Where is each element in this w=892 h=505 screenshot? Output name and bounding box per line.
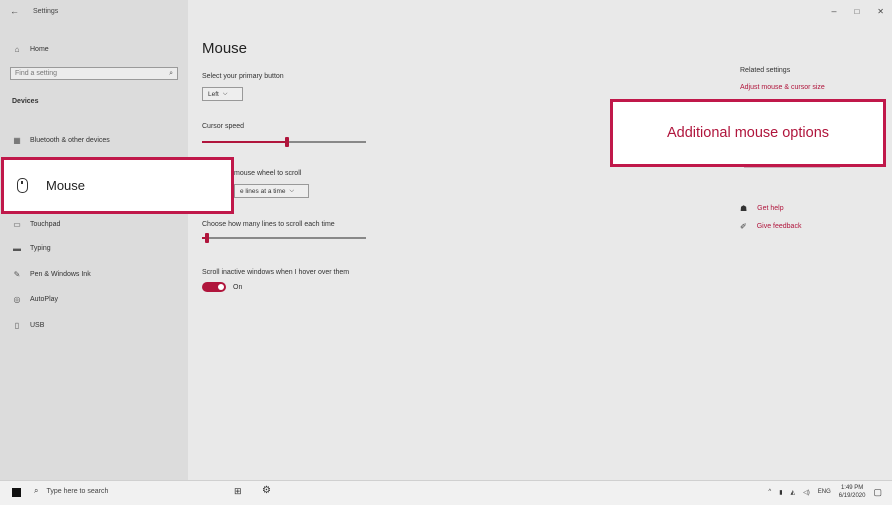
clock[interactable]: 1:49 PM 6/19/2020 [839, 484, 866, 500]
sidebar-item-pen[interactable]: ✎ Pen & Windows Ink [12, 267, 91, 281]
system-tray: ^ ▮ ◭ ◁) ENG 1:49 PM 6/19/2020 ▢ [768, 484, 882, 500]
window-controls: – □ ✕ [831, 0, 884, 22]
maximize-icon[interactable]: □ [854, 7, 859, 16]
search-input[interactable]: Find a setting [15, 70, 57, 77]
back-arrow-icon[interactable]: ← [10, 6, 19, 16]
chevron-down-icon: ⌵ [289, 187, 295, 194]
search-icon: ⌕ [34, 486, 39, 495]
sidebar-item-typing[interactable]: ▬ Typing [12, 241, 51, 255]
windows-start-icon[interactable] [12, 488, 21, 497]
minimize-icon[interactable]: – [831, 6, 836, 16]
search-icon[interactable]: ⌕ [169, 70, 173, 78]
help-icon: ☗ [740, 204, 748, 213]
close-icon[interactable]: ✕ [877, 7, 884, 16]
toggle-knob [218, 284, 224, 290]
window-title: Settings [33, 7, 59, 15]
lines-label: Choose how many lines to scroll each tim… [202, 221, 335, 228]
toggle-state: On [233, 283, 243, 291]
settings-gear-icon[interactable]: ⚙ [262, 485, 271, 496]
clock-date: 6/19/2020 [838, 493, 866, 499]
sidebar-item-bluetooth[interactable]: ▦ Bluetooth & other devices [12, 133, 110, 147]
section-heading: Devices [12, 98, 39, 105]
home-icon: ⌂ [14, 44, 20, 54]
main-content: – □ ✕ Mouse Select your primary button L… [188, 0, 892, 480]
notification-icon[interactable]: ▢ [873, 487, 882, 498]
sidebar-item-touchpad[interactable]: ▭ Touchpad [12, 217, 60, 231]
get-help-row[interactable]: ☗ Get help [740, 204, 784, 213]
mouse-callout-label: Mouse [46, 178, 86, 193]
sidebar: ← Settings ⌂ Home Find a setting ⌕ Devic… [0, 0, 188, 480]
touchpad-icon: ▭ [13, 219, 21, 229]
sidebar-item-autoplay[interactable]: ◎ AutoPlay [12, 292, 59, 306]
inactive-scroll-toggle-row: On [202, 282, 242, 292]
related-settings-heading: Related settings [740, 67, 791, 74]
taskbar: ⌕ Type here to search ⊞ ⚙ ^ ▮ ◭ ◁) ENG 1… [0, 480, 892, 505]
give-feedback-row[interactable]: ✐ Give feedback [740, 222, 801, 231]
lines-thumb[interactable] [204, 233, 209, 243]
feedback-icon: ✐ [740, 222, 747, 231]
toggle-switch[interactable] [202, 282, 226, 292]
additional-mouse-options-callout[interactable]: Additional mouse options [610, 99, 886, 167]
autoplay-icon: ◎ [13, 294, 21, 304]
inactive-scroll-label: Scroll inactive windows when I hover ove… [202, 269, 350, 276]
wheel-scroll-label: mouse wheel to scroll [234, 170, 302, 177]
sidebar-search-box[interactable]: Find a setting ⌕ [10, 67, 178, 80]
mouse-callout[interactable]: Mouse [1, 157, 234, 214]
settings-window: ← Settings ⌂ Home Find a setting ⌕ Devic… [0, 0, 892, 480]
wheel-scroll-select[interactable]: e lines at a time ⌵ [234, 184, 309, 198]
page-title: Mouse [202, 40, 248, 57]
task-view-icon[interactable]: ⊞ [234, 486, 242, 497]
pen-icon: ✎ [13, 269, 21, 279]
sidebar-item-home[interactable]: ⌂ Home [12, 42, 49, 56]
battery-icon[interactable]: ▮ [779, 489, 782, 496]
cursor-speed-label: Cursor speed [202, 123, 245, 130]
bluetooth-devices-icon: ▦ [13, 135, 21, 145]
cursor-speed-thumb[interactable] [285, 137, 290, 147]
usb-icon: ▯ [14, 320, 20, 330]
taskbar-search[interactable]: ⌕ Type here to search [34, 486, 108, 496]
taskbar-search-input[interactable]: Type here to search [46, 488, 108, 495]
language-indicator[interactable]: ENG [818, 489, 831, 495]
network-icon[interactable]: ◭ [791, 489, 796, 496]
primary-button-label: Select your primary button [202, 73, 284, 80]
mouse-icon [17, 178, 28, 193]
chevron-down-icon: ⌵ [222, 90, 228, 97]
lines-track[interactable] [202, 237, 366, 239]
title-bar: ← Settings [10, 0, 58, 22]
cursor-speed-fill [202, 141, 288, 143]
volume-icon[interactable]: ◁) [803, 489, 810, 496]
additional-mouse-options-link[interactable]: Additional mouse options [667, 125, 829, 141]
primary-button-select[interactable]: Left ⌵ [202, 87, 243, 101]
keyboard-icon: ▬ [13, 243, 21, 253]
clock-time: 1:49 PM [840, 485, 864, 491]
sidebar-item-usb[interactable]: ▯ USB [12, 318, 45, 332]
chevron-up-icon[interactable]: ^ [768, 489, 771, 495]
adjust-mouse-link[interactable]: Adjust mouse & cursor size [740, 84, 825, 91]
